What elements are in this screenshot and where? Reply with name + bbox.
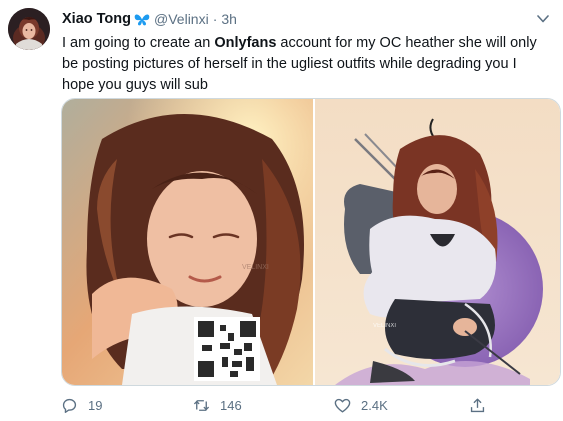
tweet-text: I am going to create an Onlyfans account… — [62, 33, 552, 96]
share-button[interactable] — [468, 393, 496, 417]
like-button[interactable]: 2.4K — [333, 393, 388, 417]
reply-count: 19 — [88, 397, 103, 413]
tweet-header: Xiao Tong @Velinxi · 3h — [62, 9, 237, 29]
media-image-right[interactable]: VELINXI — [315, 99, 560, 385]
reply-icon — [62, 398, 77, 413]
retweet-icon — [193, 399, 210, 411]
share-icon — [470, 397, 485, 412]
retweet-button[interactable]: 146 — [192, 393, 242, 417]
tweet-actions: 19 146 2.4K — [60, 393, 540, 417]
tweet-text-start: I am going to create an — [62, 35, 215, 51]
like-count: 2.4K — [361, 397, 388, 413]
left-watermark: VELINXI — [242, 264, 269, 271]
tweet-text-bold: Onlyfans — [214, 35, 277, 51]
reply-button[interactable]: 19 — [60, 393, 102, 417]
retweet-count: 146 — [220, 397, 242, 413]
media-grid: VELINXI VELINXI — [61, 98, 561, 386]
avatar-image — [8, 8, 50, 50]
media-image-left[interactable]: VELINXI — [62, 99, 313, 385]
butterfly-icon — [134, 14, 150, 25]
chevron-down-icon[interactable] — [537, 14, 549, 24]
heart-icon — [334, 398, 351, 413]
full-body-illustration: VELINXI — [315, 99, 560, 385]
separator-dot: · — [212, 11, 218, 27]
avatar[interactable] — [8, 8, 50, 50]
right-watermark: VELINXI — [373, 323, 396, 329]
tweet[interactable]: Xiao Tong @Velinxi · 3h I am going to cr… — [0, 0, 563, 421]
user-handle[interactable]: @Velinxi — [154, 11, 209, 27]
tweet-timestamp[interactable]: 3h — [221, 11, 237, 27]
portrait-illustration: VELINXI — [62, 99, 313, 385]
display-name[interactable]: Xiao Tong — [62, 11, 131, 27]
